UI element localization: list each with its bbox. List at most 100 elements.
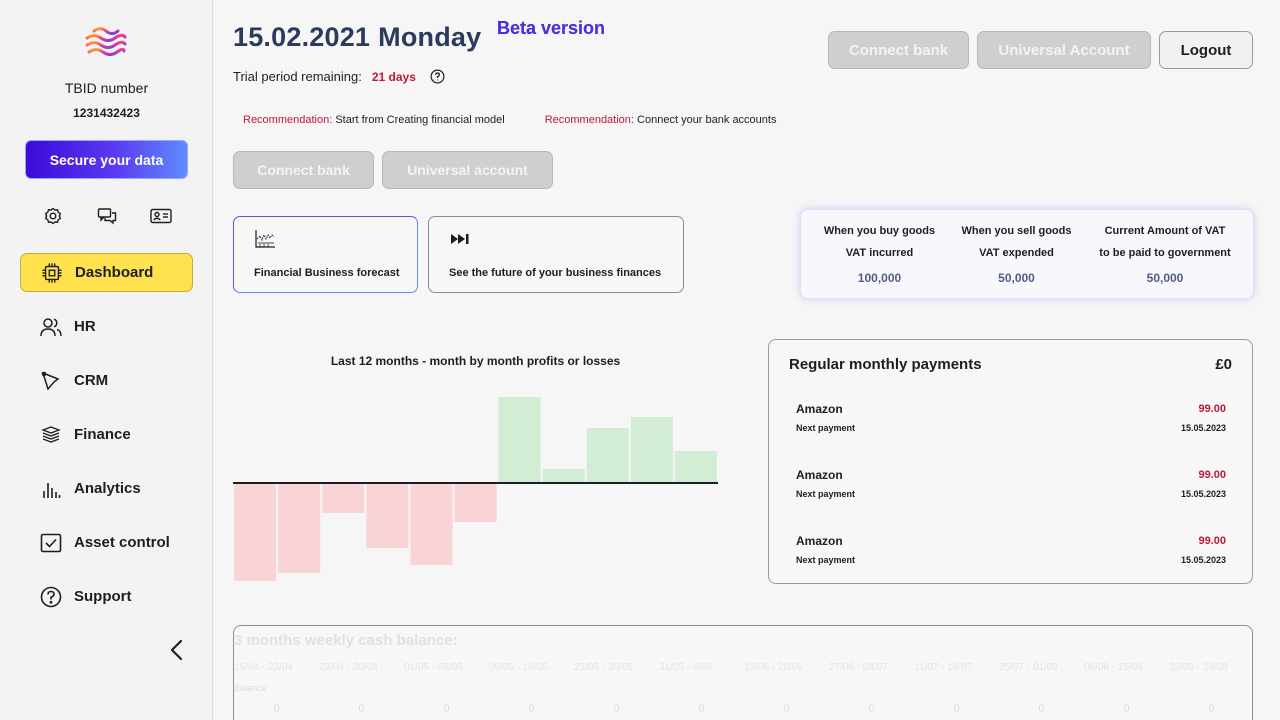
chart-bar [366,483,409,548]
sidebar-item-finance[interactable]: Finance [20,415,193,454]
chart-bar [410,483,453,565]
week-label: 11/07 - 18/07 [914,662,973,673]
sidebar-item-label: Support [74,588,132,605]
payment-date: 15.05.2023 [1180,555,1226,565]
logout-button[interactable]: Logout [1159,31,1253,69]
chart-bar [674,451,717,483]
chat-icon[interactable] [96,206,118,226]
payment-date: 15.05.2023 [1180,489,1226,499]
balance-value: 0 [358,703,365,715]
week-label: 08/08 - 15/08 [1084,662,1143,673]
vat-line1: When you buy goods [823,225,936,237]
chart-bar [234,483,277,581]
cash-balance-weeks: 15/04 - 22/04 23/04 - 30/04 01/05 - 08/0… [234,662,1252,673]
financial-forecast-card[interactable]: Financial Business forecast [233,216,418,293]
tbid-number: 1231432423 [73,106,140,120]
payment-name: Amazon [796,402,843,416]
payments-total: £0 [1215,356,1232,373]
crm-icon [40,370,62,392]
balance-value: 0 [1123,703,1130,715]
chart-bar [498,397,541,483]
trial-label: Trial period remaining: [233,69,362,84]
id-card-icon[interactable] [150,206,172,226]
balance-value: 0 [953,703,960,715]
logo-icon [85,27,127,56]
week-label: 09/05 - 16/05 [489,662,548,673]
vat-summary: When you buy goods VAT incurred 100,000 … [800,209,1254,299]
sidebar-item-analytics[interactable]: Analytics [20,469,193,508]
sidebar: TBID number 1231432423 Secure your data [0,0,213,720]
checkbox-icon [40,532,62,554]
balance-value: 0 [613,703,620,715]
vat-value: 100,000 [857,271,902,285]
balance-value: 0 [783,703,790,715]
sidebar-item-label: Asset control [74,534,170,551]
balance-value: 0 [273,703,280,715]
recommendation-text: Connect your bank accounts [637,114,777,126]
payment-date: 15.05.2023 [1180,423,1226,433]
chart-bar [542,469,585,483]
recommendations: Recommendation: Start from Creating fina… [243,114,776,126]
vat-line1: When you sell goods [961,225,1072,237]
balance-value: 0 [1208,703,1215,715]
payment-next-label: Next payment [796,489,856,499]
payment-next-label: Next payment [796,423,856,433]
cash-balance-panel: 3 months weekly cash balance: 15/04 - 22… [233,625,1253,720]
cash-balance-title: 3 months weekly cash balance: [234,632,458,649]
business-future-card[interactable]: See the future of your business finances [428,216,684,293]
help-icon [40,586,62,608]
recommendation-text: Start from Creating financial model [335,114,505,126]
payment-amount: 99.00 [1198,469,1226,481]
chart-bar [322,483,365,513]
regular-payments-panel: Regular monthly payments £0 Amazon 99.00… [768,339,1253,584]
vat-line1: Current Amount of VAT [1104,225,1226,237]
week-label: 31/05 - 6/06 [659,662,713,673]
sidebar-item-hr[interactable]: HR [20,307,193,346]
profit-loss-chart [233,397,718,581]
universal-account-button[interactable]: Universal Account [977,31,1151,69]
sidebar-item-asset-control[interactable]: Asset control [20,523,193,562]
sidebar-item-crm[interactable]: CRM [20,361,193,400]
payment-row[interactable]: Amazon 99.00 Next payment 15.05.2023 [796,468,1226,508]
chart-bar [278,483,321,573]
sidebar-item-label: Analytics [74,480,141,497]
sidebar-item-dashboard[interactable]: Dashboard [20,253,193,292]
trial-status: Trial period remaining: 21 days [233,69,445,84]
sidebar-item-support[interactable]: Support [20,577,193,616]
page-title: 15.02.2021 Monday [233,22,481,53]
week-label: 23/05 - 30/05 [574,662,633,673]
cash-balance-values: 0 0 0 0 0 0 0 0 0 0 0 0 [234,703,1252,715]
recommendation-item[interactable]: Recommendation: Start from Creating fina… [243,114,505,126]
payment-row[interactable]: Amazon 99.00 Next payment 15.05.2023 [796,402,1226,442]
week-label: 27/06 - 04/07 [829,662,888,673]
balance-value: 0 [443,703,450,715]
connect-bank-button[interactable]: Connect bank [828,31,969,69]
recommendation-label: Recommendation: [544,114,634,126]
vat-value: 50,000 [1146,271,1184,285]
forecast-chart-icon [255,230,275,248]
collapse-sidebar-icon[interactable] [166,638,188,662]
connect-bank-button-secondary[interactable]: Connect bank [233,151,374,189]
universal-account-button-secondary[interactable]: Universal account [382,151,553,189]
secure-data-button[interactable]: Secure your data [25,140,188,179]
recommendation-item[interactable]: Recommendation: Connect your bank accoun… [545,114,777,126]
help-icon[interactable] [430,69,445,84]
card-label: Financial Business forecast [254,267,400,279]
balance-value: 0 [868,703,875,715]
settings-icon[interactable] [42,206,64,226]
week-label: 13/06 - 20/06 [744,662,803,673]
current-day: Monday [378,22,482,52]
week-label: 15/04 - 22/04 [234,662,293,673]
payment-name: Amazon [796,534,843,548]
vat-line2: VAT incurred [845,247,914,259]
trial-days: 21 days [371,69,416,84]
users-icon [40,316,62,338]
chart-bar [454,483,497,522]
payment-row[interactable]: Amazon 99.00 Next payment 15.05.2023 [796,534,1226,574]
vat-line2: VAT expended [979,247,1054,259]
week-label: 22/08 - 29/08 [1169,662,1228,673]
card-label: See the future of your business finances [449,267,662,279]
payments-title: Regular monthly payments [789,356,982,373]
stack-icon [40,424,62,446]
chart-title: Last 12 months - month by month profits … [330,354,621,368]
